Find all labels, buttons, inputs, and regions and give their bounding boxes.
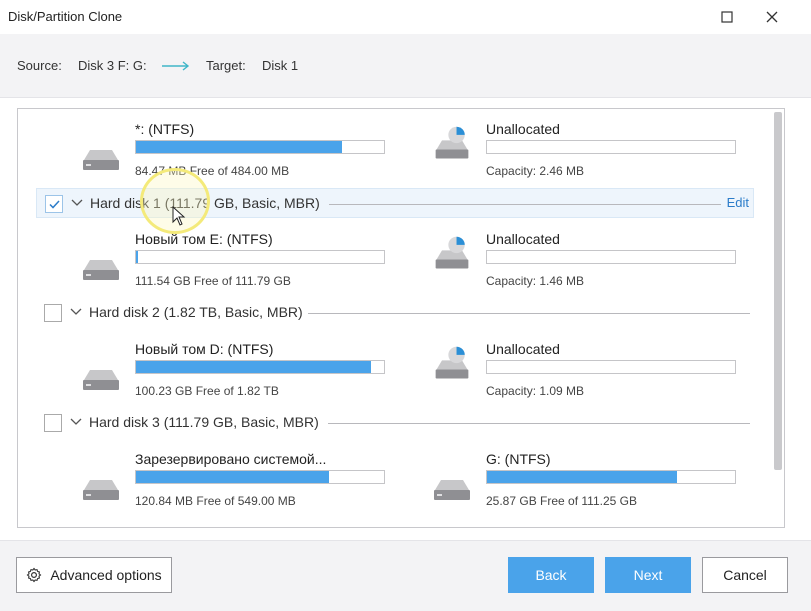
clone-summary-header: Source: Disk 3 F: G: Target: Disk 1 (0, 34, 811, 98)
hard-drive-icon (83, 480, 119, 500)
disk-label: Hard disk 3 (111.79 GB, Basic, MBR) (89, 414, 319, 430)
usage-bar-fill (487, 471, 678, 483)
disk-checkbox[interactable] (45, 195, 63, 213)
advanced-options-label: Advanced options (50, 567, 162, 583)
divider (308, 313, 750, 314)
cancel-button[interactable]: Cancel (702, 557, 788, 593)
usage-bar-fill (136, 251, 138, 263)
partition-info: 120.84 MB Free of 549.00 MB (135, 494, 296, 508)
partition-info: Capacity: 1.09 MB (486, 384, 585, 398)
partition-info: Capacity: 2.46 MB (486, 164, 585, 178)
partition-name: Unallocated (486, 121, 560, 137)
partition-name: Новый том E: (NTFS) (135, 231, 273, 247)
divider (329, 204, 721, 205)
checkmark-icon (48, 199, 60, 209)
hard-drive-icon (83, 150, 119, 170)
maximize-button[interactable] (715, 6, 739, 28)
usage-bar-fill (136, 141, 342, 153)
chevron-down-icon[interactable] (69, 415, 83, 429)
usage-bar-fill (136, 471, 330, 483)
disk-row-hard-disk-2[interactable]: Hard disk 2 (1.82 TB, Basic, MBR) (36, 298, 754, 328)
advanced-options-button[interactable]: Advanced options (16, 557, 172, 593)
disk-checkbox[interactable] (44, 414, 62, 432)
close-icon (766, 11, 778, 23)
disk-row-hard-disk-3[interactable]: Hard disk 3 (111.79 GB, Basic, MBR) (36, 408, 754, 438)
usage-bar (135, 360, 385, 374)
source-value: Disk 3 F: G: (78, 58, 147, 73)
gear-icon (26, 567, 42, 583)
dialog-footer: Advanced options Back Next Cancel (0, 540, 811, 611)
usage-bar (486, 470, 736, 484)
usage-bar-fill (136, 361, 371, 373)
chevron-down-icon[interactable] (69, 305, 83, 319)
usage-bar (486, 360, 736, 374)
scrollbar-thumb[interactable] (774, 112, 782, 470)
target-value: Disk 1 (262, 58, 299, 73)
title-bar: Disk/Partition Clone (0, 0, 811, 34)
partition-info: 84.47 MB Free of 484.00 MB (135, 164, 290, 178)
partition-name: *: (NTFS) (135, 121, 195, 137)
usage-bar (486, 250, 736, 264)
hard-drive-icon (83, 260, 119, 280)
disk-row-hard-disk-1[interactable]: Hard disk 1 (111.79 GB, Basic, MBR) Edit (36, 188, 754, 218)
partition-name: Зарезервировано системой... (135, 451, 327, 467)
window-title: Disk/Partition Clone (8, 9, 123, 24)
chevron-down-icon[interactable] (70, 196, 84, 210)
edit-link[interactable]: Edit (727, 195, 749, 210)
partition-name: Новый том D: (NTFS) (135, 341, 274, 357)
target-label: Target: (206, 58, 246, 73)
source-label: Source: (17, 58, 62, 73)
close-button[interactable] (760, 6, 784, 28)
usage-bar (135, 470, 385, 484)
unallocated-disk-icon (435, 236, 469, 269)
usage-bar (486, 140, 736, 154)
partition-info: Capacity: 1.46 MB (486, 274, 585, 288)
hard-drive-icon (83, 370, 119, 390)
arrow-right-icon (162, 61, 190, 71)
partition-name: G: (NTFS) (486, 451, 551, 467)
partition-info: 100.23 GB Free of 1.82 TB (135, 384, 279, 398)
disk-label: Hard disk 1 (111.79 GB, Basic, MBR) (90, 195, 320, 211)
back-button[interactable]: Back (508, 557, 594, 593)
partition-name: Unallocated (486, 231, 560, 247)
maximize-icon (721, 11, 733, 23)
partition-name: Unallocated (486, 341, 560, 357)
usage-bar (135, 140, 385, 154)
partition-info: 111.54 GB Free of 111.79 GB (135, 274, 291, 288)
divider (328, 423, 750, 424)
disk-label: Hard disk 2 (1.82 TB, Basic, MBR) (89, 304, 303, 320)
hard-drive-icon (434, 480, 470, 500)
partition-info: 25.87 GB Free of 111.25 GB (486, 494, 637, 508)
usage-bar (135, 250, 385, 264)
disk-checkbox[interactable] (44, 304, 62, 322)
next-button[interactable]: Next (605, 557, 691, 593)
unallocated-disk-icon (435, 126, 469, 159)
unallocated-disk-icon (435, 346, 469, 379)
